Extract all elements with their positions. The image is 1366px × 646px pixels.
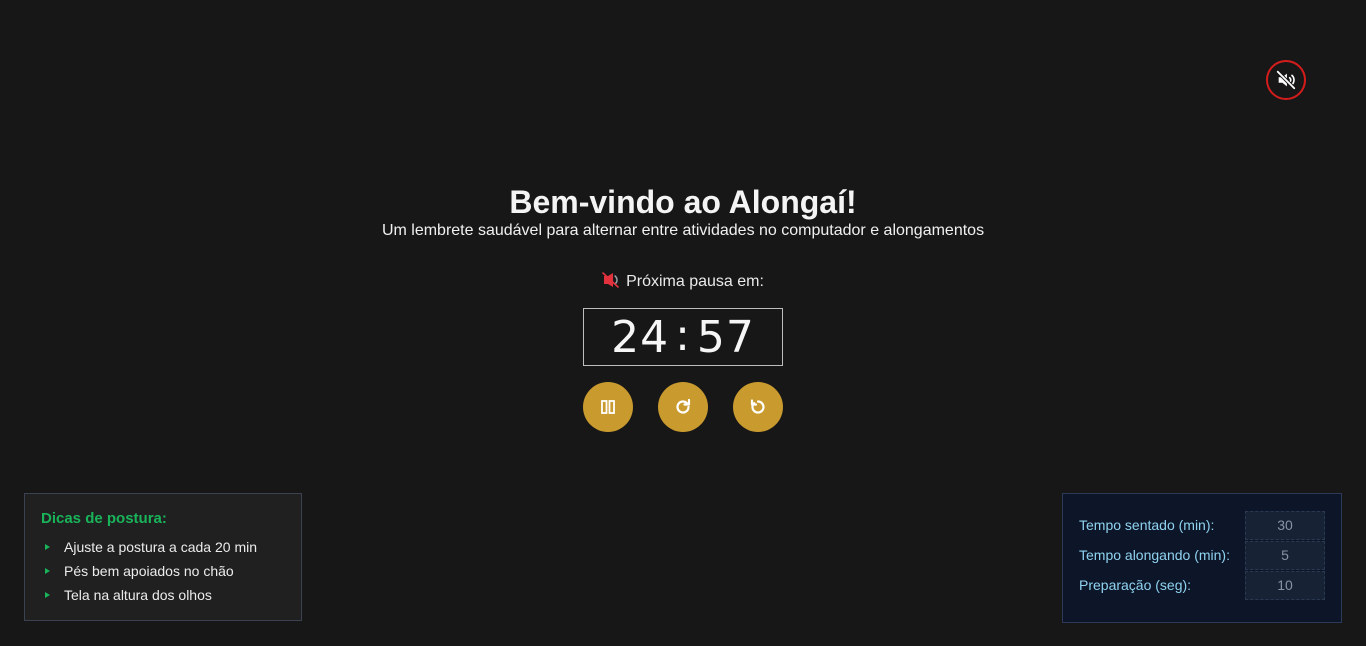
bell-off-icon xyxy=(602,272,619,288)
timer-seconds: 57 xyxy=(696,311,755,363)
list-item: Tela na altura dos olhos xyxy=(41,583,285,607)
setting-row-prep: Preparação (seg): xyxy=(1079,570,1325,600)
tip-text: Pés bem apoiados no chão xyxy=(64,563,234,579)
setting-row-stretching: Tempo alongando (min): xyxy=(1079,540,1325,570)
next-break-text: Próxima pausa em: xyxy=(626,273,764,290)
timer-minutes: 24 xyxy=(611,311,670,363)
reset-button[interactable] xyxy=(733,382,783,432)
page: Bem-vindo ao Alongaí! Um lembrete saudáv… xyxy=(0,0,1366,646)
tip-text: Tela na altura dos olhos xyxy=(64,587,212,603)
mute-button[interactable] xyxy=(1266,60,1306,100)
bullet-arrow-icon xyxy=(45,544,50,550)
next-break-label: Próxima pausa em: xyxy=(0,272,1366,292)
stretching-time-label: Tempo alongando (min): xyxy=(1079,547,1230,563)
list-item: Ajuste a postura a cada 20 min xyxy=(41,535,285,559)
hero: Bem-vindo ao Alongaí! Um lembrete saudáv… xyxy=(0,184,1366,241)
setting-row-sitting: Tempo sentado (min): xyxy=(1079,510,1325,540)
refresh-icon xyxy=(676,398,691,414)
tips-list: Ajuste a postura a cada 20 min Pés bem a… xyxy=(41,535,285,607)
tip-text: Ajuste a postura a cada 20 min xyxy=(64,539,258,555)
pause-button[interactable] xyxy=(583,382,633,432)
tips-title: Dicas de postura: xyxy=(41,510,167,527)
speaker-muted-icon xyxy=(1275,69,1297,91)
page-title: Bem-vindo ao Alongaí! xyxy=(509,184,857,220)
countdown-timer: 24:57 xyxy=(583,308,783,366)
timer-separator: : xyxy=(675,309,691,361)
timer-controls xyxy=(583,382,783,432)
posture-tips-panel: Dicas de postura: Ajuste a postura a cad… xyxy=(24,493,302,621)
prep-time-label: Preparação (seg): xyxy=(1079,577,1192,593)
refresh-button[interactable] xyxy=(658,382,708,432)
pause-icon xyxy=(601,400,615,414)
list-item: Pés bem apoiados no chão xyxy=(41,559,285,583)
sitting-time-label: Tempo sentado (min): xyxy=(1079,517,1215,533)
stretching-time-input[interactable] xyxy=(1245,540,1325,570)
bullet-arrow-icon xyxy=(45,592,50,598)
prep-time-input[interactable] xyxy=(1245,570,1325,600)
sitting-time-input[interactable] xyxy=(1245,510,1325,540)
page-subtitle: Um lembrete saudável para alternar entre… xyxy=(381,222,985,239)
settings-panel: Tempo sentado (min): Tempo alongando (mi… xyxy=(1062,493,1342,623)
bullet-arrow-icon xyxy=(45,568,50,574)
reset-icon xyxy=(750,399,765,414)
